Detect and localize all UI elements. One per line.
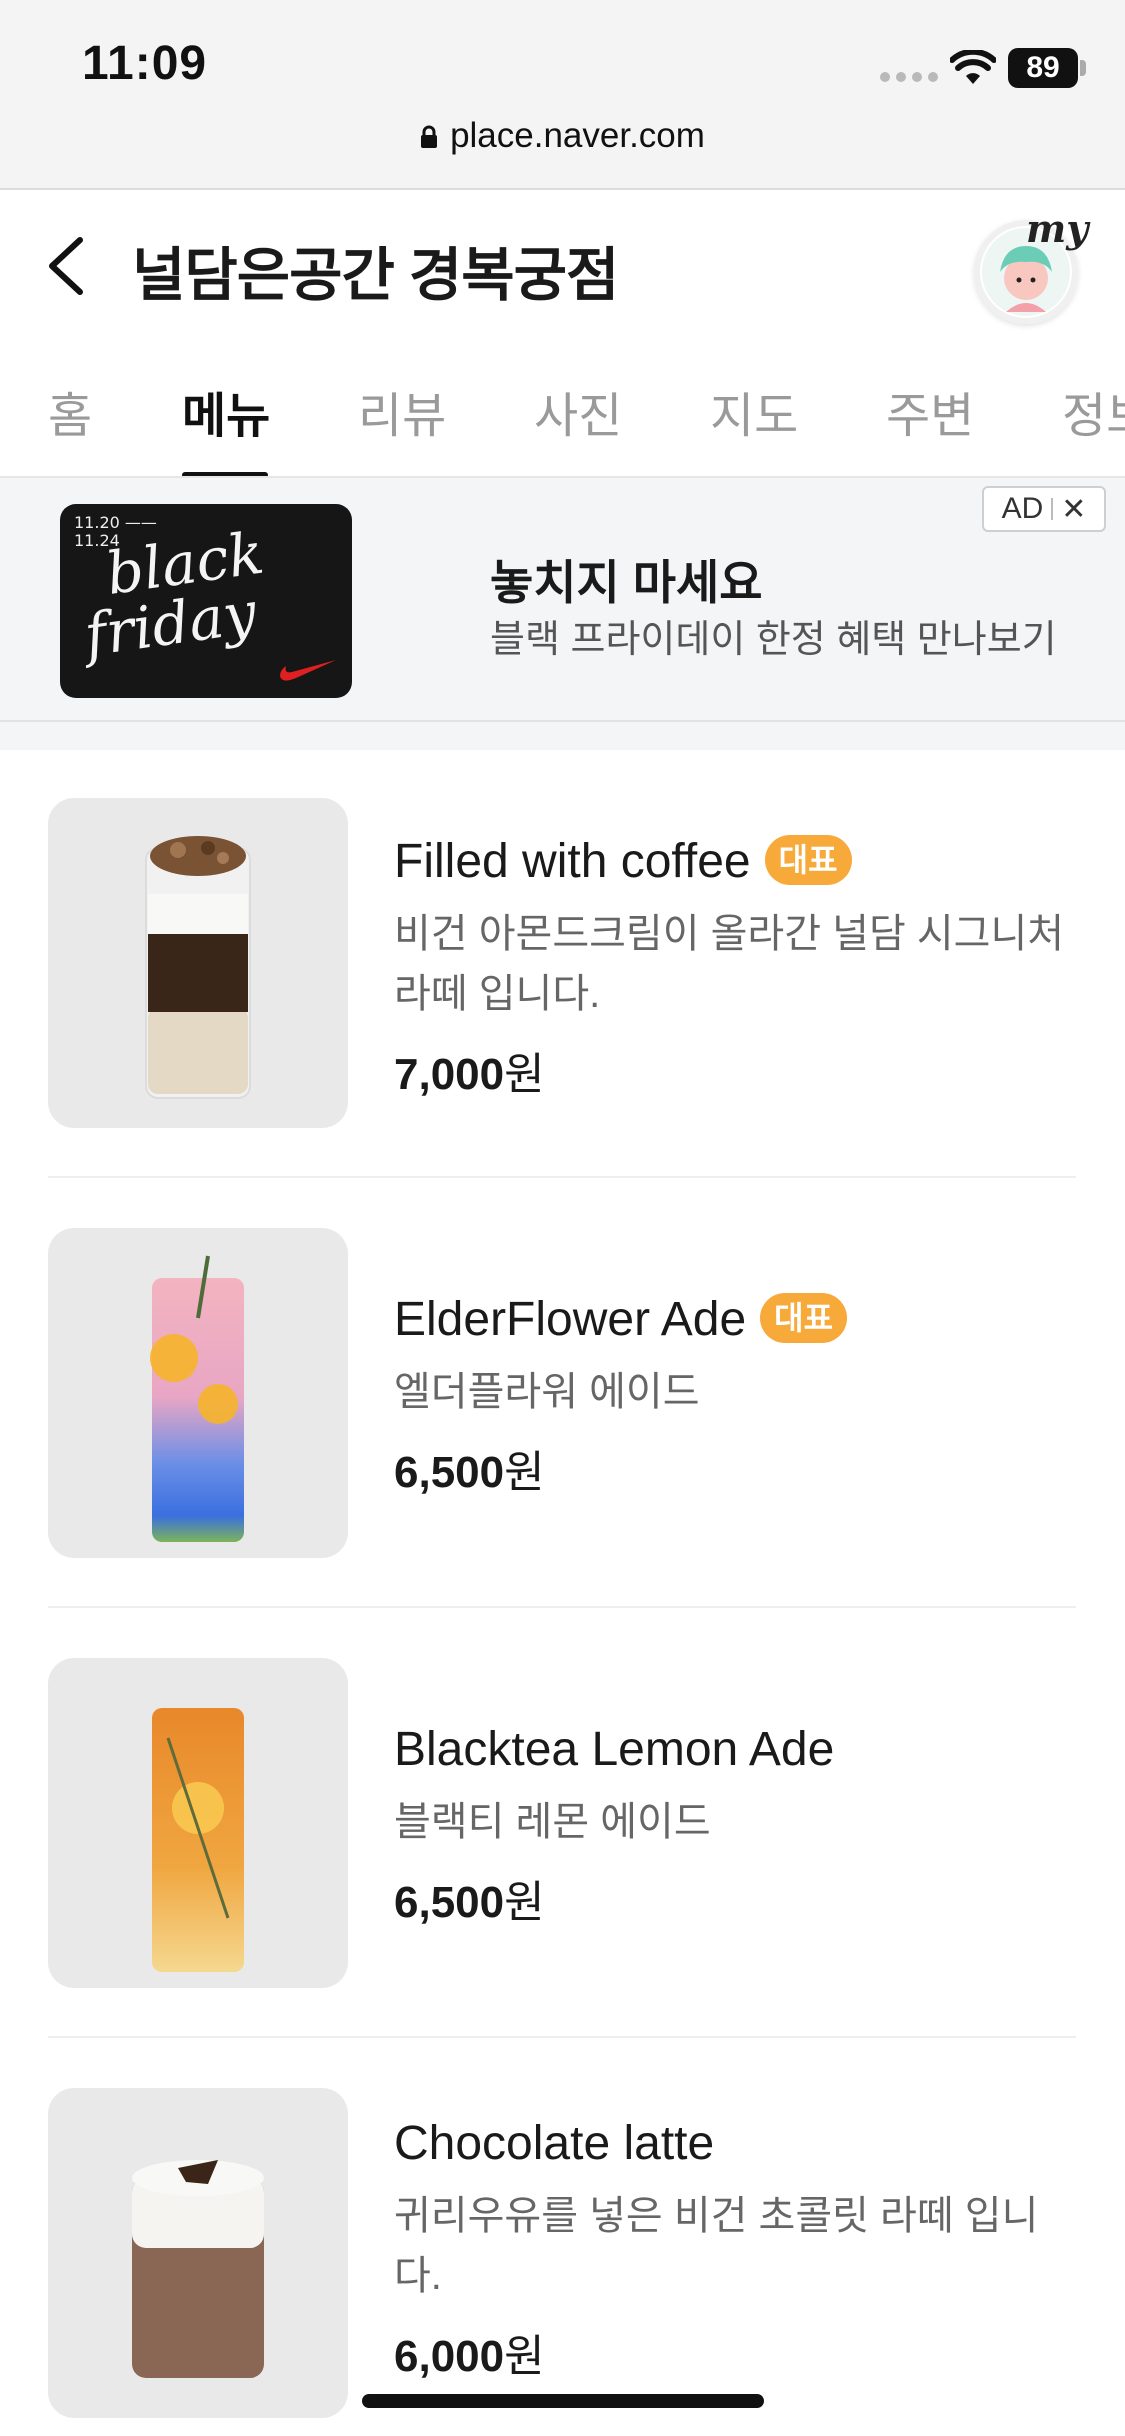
back-arrow-icon[interactable] [40,230,96,302]
lock-icon [421,125,438,148]
browser-status-bar: 11:09 89 place.naver.com [0,0,1125,190]
currency-unit: 원 [504,1878,545,1927]
close-icon[interactable]: ✕ [1061,492,1086,527]
tab-map[interactable]: 지도 [710,376,798,446]
battery-icon: 89 [1008,48,1078,88]
tab-menu[interactable]: 메뉴 [182,376,270,446]
menu-item-photo [48,1658,348,1988]
tab-reviews[interactable]: 리뷰 [358,376,446,446]
battery-tip [1080,60,1086,76]
cellular-signal-icon [880,72,938,82]
menu-item-price: 6,500 [394,1878,505,1927]
ad-heading: 놓치지 마세요 [490,556,763,609]
page-title: 널담은공간 경복궁점 [132,243,619,308]
menu-item-price: 6,500 [394,1448,505,1497]
status-time: 11:09 [82,37,208,90]
menu-item-description: 귀리우유를 넣은 비건 초콜릿 라떼 입니다. [394,2194,1039,2298]
menu-item-photo [48,2088,348,2418]
menu-item-price: 7,000 [394,1050,505,1099]
section-divider [0,722,1125,750]
signature-badge: 대표 [764,835,852,885]
menu-item-name: Chocolate latte [394,2117,715,2170]
menu-item[interactable]: ElderFlower Ade 대표 엘더플라워 에이드 6,500원 [48,1228,1076,1608]
menu-item-name: ElderFlower Ade [394,1293,747,1346]
ad-label: AD [1001,492,1044,525]
menu-item-description: 비건 아몬드크림이 올라간 널담 시그니처 라떼 입니다. [394,912,1065,1016]
wifi-icon [950,50,996,84]
menu-item-price: 6,000 [394,2332,505,2381]
menu-item-photo [48,1228,348,1558]
menu-item[interactable]: Blacktea Lemon Ade 블랙티 레몬 에이드 6,500원 [48,1658,1076,2038]
menu-item[interactable]: Chocolate latte 귀리우유를 넣은 비건 초콜릿 라떼 입니다. … [48,2088,1076,2436]
currency-unit: 원 [504,1050,545,1099]
tab-photos[interactable]: 사진 [534,376,622,446]
ad-banner[interactable]: 11.20 —— 11.24 black friday 놓치지 마세요 블랙 프… [0,478,1125,722]
menu-item-description: 블랙티 레몬 에이드 [394,1800,711,1844]
tab-nearby[interactable]: 주변 [886,376,974,446]
tab-home[interactable]: 홈 [48,376,92,446]
ad-date-start: 11.20 —— [74,513,157,532]
place-header: 널담은공간 경복궁점 my [0,192,1125,332]
ad-badge-divider [1051,498,1054,520]
tab-bar: 홈 메뉴 리뷰 사진 지도 주변 정보 [0,332,1125,478]
currency-unit: 원 [504,2332,545,2381]
home-indicator [362,2394,764,2408]
menu-item-name: Filled with coffee [394,835,751,888]
signature-badge: 대표 [760,1293,848,1343]
menu-item-name: Blacktea Lemon Ade [394,1723,835,1776]
tab-info[interactable]: 정보 [1062,376,1125,446]
menu-item-description: 엘더플라워 에이드 [394,1370,700,1414]
address-bar[interactable]: place.naver.com [0,116,1125,156]
my-label: my [1026,206,1089,251]
menu-item[interactable]: Filled with coffee 대표 비건 아몬드크림이 올라간 널담 시그… [48,798,1076,1178]
url-text: place.naver.com [450,116,705,155]
ad-image: 11.20 —— 11.24 black friday [60,504,352,698]
menu-item-photo [48,798,348,1128]
swoosh-logo-icon [280,660,336,681]
currency-unit: 원 [504,1448,545,1497]
ad-badge[interactable]: AD ✕ [982,486,1106,532]
ad-subtext: 블랙 프라이데이 한정 혜택 만나보기 [490,619,1057,661]
